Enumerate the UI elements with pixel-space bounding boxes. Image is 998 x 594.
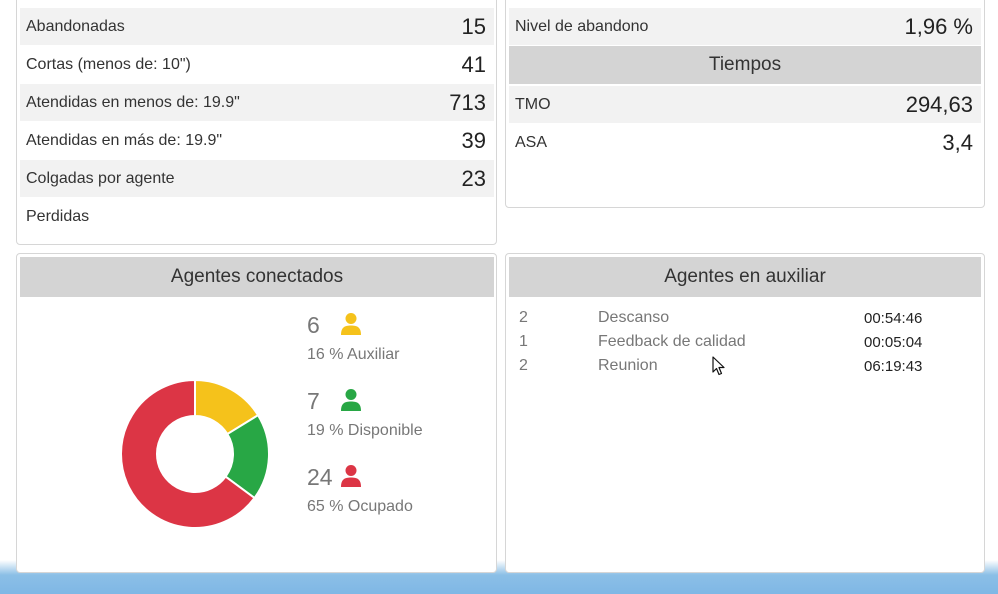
aux-reason: Feedback de calidad	[598, 333, 746, 350]
row-value: 39	[461, 127, 486, 153]
times-header: Tiempos	[509, 46, 981, 84]
row-value: 15	[461, 13, 486, 39]
abandon-level-value: 1,96 %	[904, 13, 974, 39]
agents-connected-panel: Agentes conectados 6 16 % Auxiliar 7 19 …	[16, 253, 497, 573]
legend-count-ocupado: 24	[307, 464, 333, 490]
agents-aux-header: Agentes en auxiliar	[509, 257, 981, 297]
row-value: 3,4	[942, 129, 973, 155]
calls-row-colgadas: Colgadas por agente 23	[20, 160, 494, 197]
aux-count: 2	[519, 309, 528, 326]
legend-count-auxiliar: 6	[307, 312, 320, 338]
legend-pct-ocupado: 65 % Ocupado	[307, 498, 413, 515]
abandon-level-label: Nivel de abandono	[515, 17, 649, 35]
row-value: 713	[449, 89, 486, 115]
calls-row-atendidas-mas: Atendidas en más de: 19.9" 39	[20, 122, 494, 159]
calls-row-cortas: Cortas (menos de: 10") 41	[20, 46, 494, 83]
row-label: Atendidas en más de: 19.9"	[26, 131, 223, 149]
levels-panel: Nivel de abandono 1,96 % Tiempos TMO 294…	[505, 0, 985, 208]
row-value: 23	[461, 165, 486, 191]
abandon-level-row: Nivel de abandono 1,96 %	[509, 8, 981, 45]
row-label: Colgadas por agente	[26, 169, 175, 187]
row-value: 41	[461, 51, 486, 77]
row-label: Atendidas en menos de: 19.9"	[26, 93, 240, 111]
person-icon	[341, 389, 361, 411]
agents-connected-header: Agentes conectados	[20, 257, 494, 297]
agents-aux-panel: Agentes en auxiliar 2 Descanso 00:54:46 …	[505, 253, 985, 573]
calls-row-abandonadas: Abandonadas 15	[20, 8, 494, 45]
legend-pct-disponible: 19 % Disponible	[307, 422, 423, 439]
aux-count: 2	[519, 357, 528, 374]
row-label: Abandonadas	[26, 17, 125, 35]
aux-time: 00:54:46	[864, 310, 923, 327]
aux-time: 00:05:04	[864, 334, 923, 351]
person-icon	[341, 313, 361, 335]
aux-reason: Descanso	[598, 309, 670, 326]
mouse-cursor-icon	[712, 356, 725, 376]
row-label: Cortas (menos de: 10")	[26, 55, 191, 73]
aux-time: 06:19:43	[864, 358, 923, 375]
times-row-tmo: TMO 294,63	[509, 86, 981, 123]
legend-count-disponible: 7	[307, 388, 320, 414]
aux-count: 1	[519, 333, 528, 350]
calls-row-atendidas-menos: Atendidas en menos de: 19.9" 713	[20, 84, 494, 121]
calls-panel: Abandonadas 15 Cortas (menos de: 10") 41…	[16, 0, 497, 245]
aux-reason: Reunion	[598, 357, 658, 374]
row-label: ASA	[515, 133, 548, 151]
row-label: Perdidas	[26, 207, 90, 225]
person-icon	[341, 465, 361, 487]
row-label: TMO	[515, 95, 551, 113]
row-value: 294,63	[905, 91, 973, 117]
agents-donut-chart	[120, 378, 270, 529]
legend-pct-auxiliar: 16 % Auxiliar	[307, 346, 400, 363]
times-row-asa: ASA 3,4	[509, 124, 981, 161]
calls-row-perdidas: Perdidas	[20, 198, 494, 235]
